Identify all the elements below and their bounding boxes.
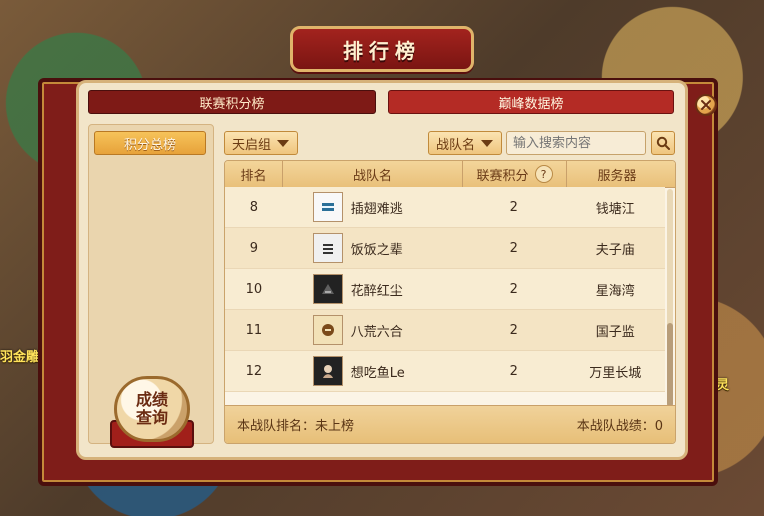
query-results-button[interactable]: 成绩 查询	[114, 376, 190, 442]
table-row[interactable]: 10 花醉红尘 2 星海湾	[225, 269, 665, 310]
points-cell: 2	[509, 322, 518, 338]
team-cell: 八荒六合	[283, 310, 462, 350]
close-icon	[701, 100, 711, 110]
rank-cell: 12	[245, 363, 263, 379]
team-name: 饭饭之辈	[350, 242, 403, 258]
table-footer: 本战队排名：未上榜 本战队战绩：0	[225, 405, 675, 443]
group-dropdown-label: 天启组	[232, 137, 272, 153]
my-team-rank: 本战队排名：未上榜	[237, 419, 355, 434]
tab-league-points[interactable]: 联赛积分榜	[88, 90, 376, 114]
table-row[interactable]: 9 饭饭之辈 2 夫子庙	[225, 228, 665, 269]
close-button[interactable]	[695, 94, 717, 116]
points-cell: 2	[509, 240, 518, 256]
chevron-down-icon	[481, 139, 494, 147]
team-avatar	[312, 274, 343, 304]
table-body[interactable]: 8 插翅难逃 2 钱塘江 9 饭饭之辈 2 夫子庙 10 花醉红尘 2 星海湾 …	[225, 187, 665, 405]
team-cell: 花醉红尘	[283, 269, 462, 309]
rank-cell: 10	[245, 281, 263, 297]
header-server: 服务器	[597, 168, 637, 184]
table-row[interactable]: 8 插翅难逃 2 钱塘江	[225, 187, 665, 228]
server-cell: 夫子庙	[595, 242, 635, 258]
my-team-record: 本战队战绩：0	[576, 419, 663, 434]
search-type-dropdown[interactable]: 战队名	[428, 131, 502, 155]
team-name: 八荒六合	[350, 324, 403, 340]
team-cell: 饭饭之辈	[283, 228, 462, 268]
server-cell: 星海湾	[595, 283, 635, 299]
sidebar-item-total-points[interactable]: 积分总榜	[94, 131, 206, 155]
search-button[interactable]	[651, 131, 675, 155]
header-team: 战队名	[283, 161, 463, 187]
chevron-down-icon	[277, 139, 290, 147]
team-emblem-icon	[321, 324, 334, 336]
header-points-label: 联赛积分	[476, 168, 529, 184]
table-row[interactable]: 11 八荒六合 2 国子监	[225, 310, 665, 351]
points-cell: 2	[509, 199, 518, 215]
team-avatar	[312, 233, 343, 263]
dialog-title: 排行榜	[343, 38, 421, 63]
team-name: 插翅难逃	[350, 201, 403, 217]
bg-label-left: 羽金雕	[0, 350, 40, 365]
dialog-title-banner: 排行榜	[221, 26, 543, 72]
search-icon	[656, 136, 670, 150]
team-avatar	[312, 356, 343, 386]
group-dropdown[interactable]: 天启组	[224, 131, 298, 155]
team-avatar	[312, 192, 343, 222]
points-cell: 2	[509, 281, 518, 297]
team-emblem-icon	[321, 284, 334, 294]
table-scroll-thumb[interactable]	[667, 323, 673, 407]
server-cell: 国子监	[595, 324, 635, 340]
query-button-line-2: 查询	[135, 408, 168, 427]
rank-cell: 9	[249, 240, 258, 256]
header-points: 联赛积分 ?	[463, 161, 567, 187]
points-cell: 2	[509, 363, 518, 379]
query-button-line-1: 成绩	[135, 390, 168, 409]
server-cell: 钱塘江	[595, 201, 635, 217]
team-emblem-icon	[321, 203, 334, 211]
team-emblem-icon	[322, 244, 333, 254]
tab-peak-data[interactable]: 巅峰数据榜	[388, 90, 674, 114]
header-rank: 排名	[225, 161, 283, 187]
search-type-label: 战队名	[436, 137, 476, 153]
table-scrollbar[interactable]	[667, 189, 673, 407]
help-icon[interactable]: ?	[534, 165, 553, 183]
team-avatar	[312, 315, 343, 345]
rank-cell: 11	[245, 322, 263, 338]
search-input[interactable]	[506, 131, 646, 155]
team-name: 想吃鱼Le	[350, 365, 405, 381]
server-cell: 万里长城	[589, 365, 642, 381]
table-row[interactable]: 12 想吃鱼Le 2 万里长城	[225, 351, 665, 392]
team-cell: 想吃鱼Le	[283, 351, 462, 391]
rank-cell: 8	[249, 199, 258, 215]
team-cell: 插翅难逃	[283, 187, 462, 227]
table-header: 排名 战队名 联赛积分 ? 服务器	[225, 161, 675, 188]
team-emblem-icon	[322, 365, 333, 378]
team-name: 花醉红尘	[350, 283, 403, 299]
ranking-table: 排名 战队名 联赛积分 ? 服务器 8 插翅难逃 2 钱塘江 9 饭饭之辈 2 …	[224, 160, 676, 444]
